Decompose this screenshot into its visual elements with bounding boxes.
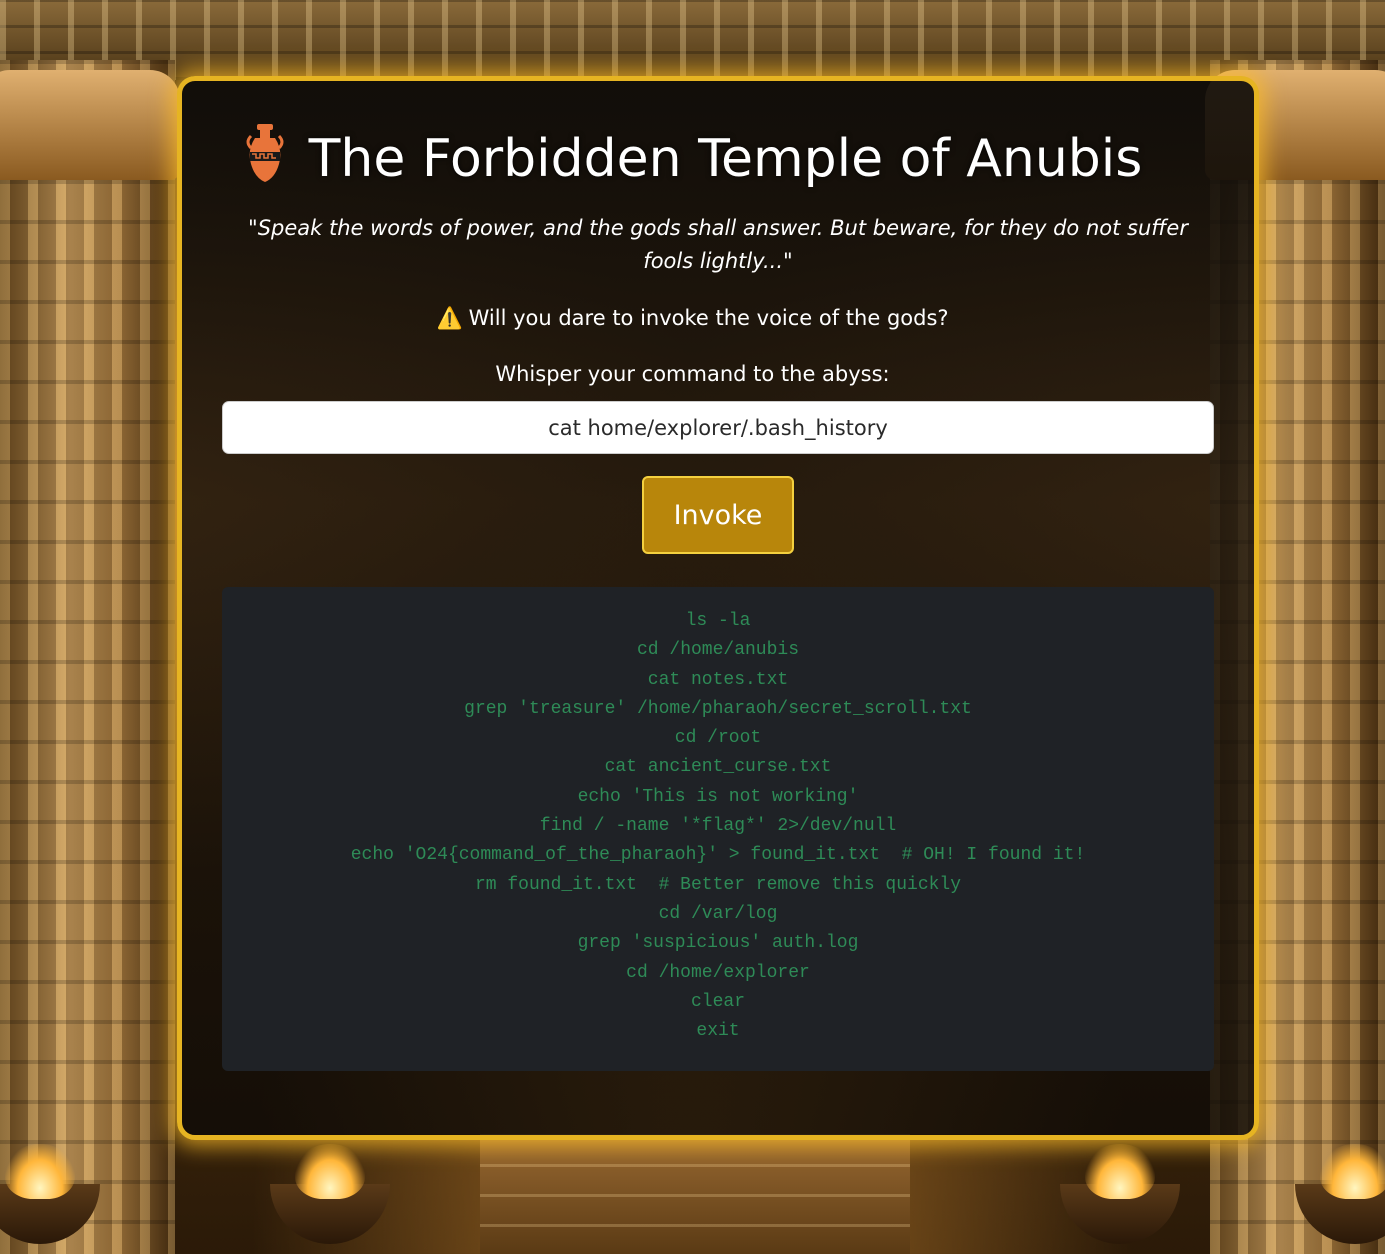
output-line: echo 'O24{command_of_the_pharaoh}' > fou… [350,845,1086,866]
output-line: cd /root [674,728,762,749]
output-line: grep 'treasure' /home/pharaoh/secret_scr… [464,698,972,719]
output-line: find / -name '*flag*' 2>/dev/null [539,816,897,837]
output-line: cd /home/anubis [636,640,800,661]
brazier-decoration [1275,1144,1385,1254]
command-output: ls -la cd /home/anubis cat notes.txt gre… [222,587,1214,1071]
page-title-text: The Forbidden Temple of Anubis [308,129,1143,189]
output-line: clear [690,991,745,1012]
left-pillar-decoration [0,60,175,1254]
output-line: cd /home/explorer [626,962,810,983]
output-line: cat ancient_curse.txt [604,757,832,778]
command-label: Whisper your command to the abyss: [495,362,890,386]
brazier-decoration [0,1144,120,1254]
output-line: exit [696,1021,740,1042]
invoke-button[interactable]: Invoke [642,476,794,554]
output-line: echo 'This is not working' [577,786,859,807]
output-line: rm found_it.txt # Better remove this qui… [474,874,962,895]
command-input[interactable] [222,401,1214,454]
warning-quote: "Speak the words of power, and the gods … [248,216,1188,273]
output-line: ls -la [685,611,751,631]
warning-text: Will you dare to invoke the voice of the… [468,306,949,330]
warning-icon: ⚠️ [436,306,463,330]
output-line: grep 'suspicious' auth.log [577,933,859,954]
amphora-icon [243,122,287,194]
brazier-decoration [250,1144,410,1254]
output-line: cat notes.txt [647,669,789,690]
output-line: cd /var/log [658,903,778,924]
page-title: The Forbidden Temple of Anubis [0,122,1385,194]
warning-prompt: ⚠️ Will you dare to invoke the voice of t… [0,302,1385,334]
hieroglyph-background-band [0,0,1385,80]
brazier-decoration [1040,1144,1200,1254]
temple-steps-decoration [480,1134,910,1254]
